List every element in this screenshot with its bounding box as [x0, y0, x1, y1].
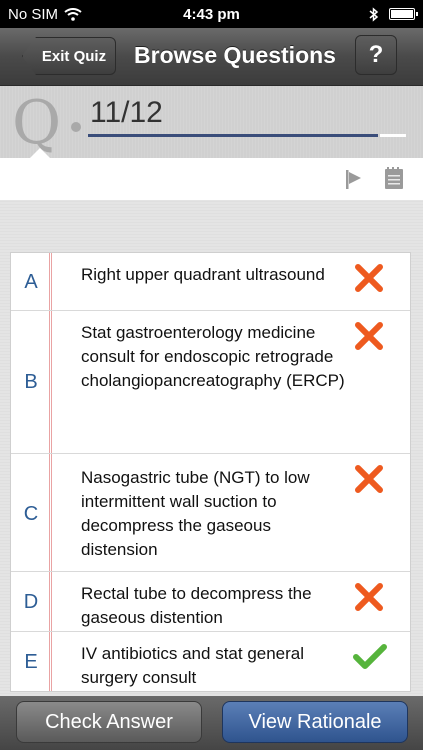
answer-letter: C — [23, 503, 39, 525]
question-counter: 11/12 — [90, 96, 163, 129]
answers-area: A Right upper quadrant ultrasound B Stat… — [0, 200, 423, 700]
question-header: Q 11/12 — [0, 86, 423, 158]
check-answer-button[interactable]: Check Answer — [16, 701, 202, 743]
answer-text: Stat gastroenterology medicine consult f… — [81, 323, 345, 390]
answer-row-c[interactable]: C Nasogastric tube (NGT) to low intermit… — [11, 454, 410, 572]
bluetooth-icon — [369, 6, 379, 22]
tools-notch — [30, 148, 50, 158]
incorrect-x-icon — [355, 322, 383, 350]
answer-row-a[interactable]: A Right upper quadrant ultrasound — [11, 253, 410, 311]
page-title: Browse Questions — [134, 42, 336, 68]
answer-row-d[interactable]: D Rectal tube to decompress the gaseous … — [11, 572, 410, 632]
view-rationale-button[interactable]: View Rationale — [222, 701, 408, 743]
answer-text: Nasogastric tube (NGT) to low intermitte… — [81, 468, 310, 559]
answer-letter: D — [23, 591, 39, 613]
notes-icon[interactable] — [383, 166, 405, 190]
answer-text: Rectal tube to decompress the gaseous di… — [81, 584, 312, 627]
help-button[interactable]: ? — [355, 35, 397, 75]
question-dot — [71, 122, 81, 132]
answer-text: IV antibiotics and stat general surgery … — [81, 644, 305, 687]
counter-underline-end — [380, 134, 406, 137]
counter-underline — [88, 134, 378, 137]
battery-icon — [389, 8, 418, 20]
flag-icon[interactable] — [344, 168, 364, 190]
answer-row-e[interactable]: E IV antibiotics and stat general surger… — [11, 632, 410, 691]
answers-list: A Right upper quadrant ultrasound B Stat… — [10, 252, 411, 692]
wifi-icon — [64, 7, 82, 21]
bottom-toolbar: Check Answer View Rationale — [0, 696, 423, 750]
carrier-label: No SIM — [8, 5, 59, 23]
incorrect-x-icon — [355, 583, 383, 611]
answer-letter: E — [24, 651, 38, 673]
answer-row-b[interactable]: B Stat gastroenterology medicine consult… — [11, 311, 410, 454]
answer-letter: A — [24, 271, 38, 293]
incorrect-x-icon — [355, 465, 383, 493]
status-left: No SIM — [8, 6, 82, 23]
status-right — [369, 6, 418, 22]
nav-bar: Exit Quiz Browse Questions ? — [0, 28, 423, 86]
question-tools-bar — [0, 148, 423, 200]
correct-check-icon — [353, 644, 387, 669]
incorrect-x-icon — [355, 264, 383, 292]
status-bar: No SIM 4:43 pm — [0, 0, 423, 28]
exit-quiz-button[interactable]: Exit Quiz — [22, 37, 116, 75]
answer-letter: B — [24, 371, 38, 393]
answer-text: Right upper quadrant ultrasound — [81, 265, 325, 284]
